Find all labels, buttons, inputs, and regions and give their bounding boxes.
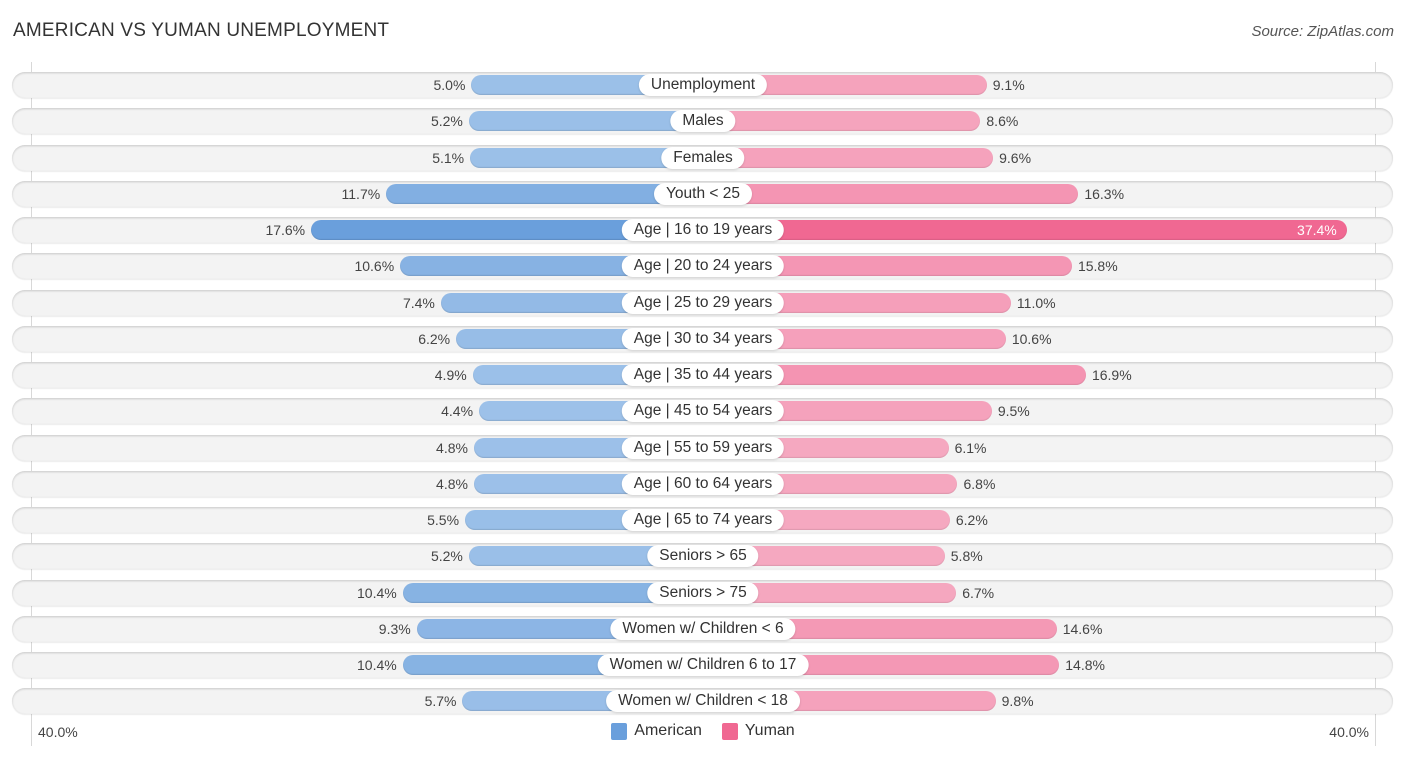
value-label-yuman: 6.8% [963, 475, 996, 492]
value-label-yuman: 9.6% [999, 149, 1032, 166]
category-label: Age | 20 to 24 years [621, 255, 785, 278]
value-label-yuman: 14.8% [1065, 657, 1105, 673]
value-label-american: 10.6% [354, 258, 395, 275]
value-label-yuman: 9.5% [997, 403, 1030, 420]
value-label-american: 11.7% [341, 185, 381, 202]
value-label-yuman: 15.8% [1077, 258, 1118, 275]
value-label-american: 9.3% [378, 620, 411, 637]
category-label: Women w/ Children < 18 [606, 690, 800, 713]
category-label: Age | 35 to 44 years [621, 364, 785, 386]
category-label: Youth < 25 [654, 182, 752, 205]
chart-title: AMERICAN VS YUMAN UNEMPLOYMENT [13, 20, 390, 41]
value-label-yuman: 37.4% [1297, 222, 1337, 238]
value-label-american: 4.8% [436, 475, 468, 492]
value-label-yuman: 5.8% [950, 548, 983, 565]
value-label-american: 5.2% [430, 113, 463, 130]
value-label-american: 5.1% [432, 149, 465, 166]
legend-swatch-yuman [721, 722, 738, 740]
value-label-yuman: 14.6% [1062, 620, 1103, 637]
value-label-yuman: 16.9% [1091, 367, 1132, 383]
value-label-yuman: 6.1% [954, 439, 987, 456]
category-label: Age | 55 to 59 years [621, 436, 785, 459]
value-label-yuman: 6.2% [955, 512, 988, 528]
category-label: Women w/ Children 6 to 17 [597, 654, 809, 676]
value-label-american: 5.0% [433, 77, 466, 93]
category-label: Seniors > 65 [647, 545, 759, 568]
bar-yuman [703, 111, 981, 132]
value-label-yuman: 6.7% [962, 584, 995, 601]
bar-yuman [703, 220, 1347, 240]
legend-swatch-american [611, 722, 628, 740]
value-label-yuman: 8.6% [986, 113, 1019, 130]
bar-yuman [703, 147, 994, 168]
value-label-american: 5.7% [424, 693, 457, 710]
value-label-american: 10.4% [357, 657, 397, 673]
category-label: Age | 60 to 64 years [621, 472, 785, 495]
value-label-yuman: 9.1% [992, 77, 1025, 93]
category-label: Unemployment [638, 74, 768, 96]
legend-item-yuman: Yuman [721, 722, 795, 740]
legend-label-yuman: Yuman [744, 722, 795, 739]
bar-american [468, 111, 703, 132]
value-label-american: 4.4% [441, 403, 474, 420]
category-label: Age | 30 to 34 years [621, 327, 785, 350]
source-label: Source: ZipAtlas.com [1251, 23, 1394, 40]
category-label: Males [670, 110, 736, 133]
value-label-yuman: 11.0% [1016, 294, 1056, 311]
value-label-yuman: 10.6% [1011, 330, 1052, 347]
category-label: Age | 65 to 74 years [621, 509, 785, 531]
value-label-american: 17.6% [265, 222, 306, 238]
value-label-american: 5.5% [427, 512, 460, 528]
category-label: Age | 25 to 29 years [621, 291, 785, 314]
category-label: Age | 16 to 19 years [621, 219, 785, 241]
category-label: Women w/ Children < 6 [610, 617, 796, 640]
value-label-american: 6.2% [418, 330, 451, 347]
value-label-american: 7.4% [402, 294, 435, 311]
category-label: Age | 45 to 54 years [621, 400, 785, 423]
category-label: Seniors > 75 [647, 581, 759, 604]
legend-label-american: American [634, 722, 702, 739]
legend: American Yuman [0, 722, 1406, 740]
value-label-american: 10.4% [357, 584, 397, 601]
legend-item-american: American [611, 722, 702, 740]
value-label-yuman: 9.8% [1001, 693, 1034, 710]
value-label-american: 5.2% [430, 548, 463, 565]
value-label-american: 4.9% [434, 367, 467, 383]
category-label: Females [661, 146, 745, 169]
value-label-american: 4.8% [436, 439, 468, 456]
bar-yuman [703, 183, 1079, 204]
value-label-yuman: 16.3% [1084, 185, 1125, 202]
